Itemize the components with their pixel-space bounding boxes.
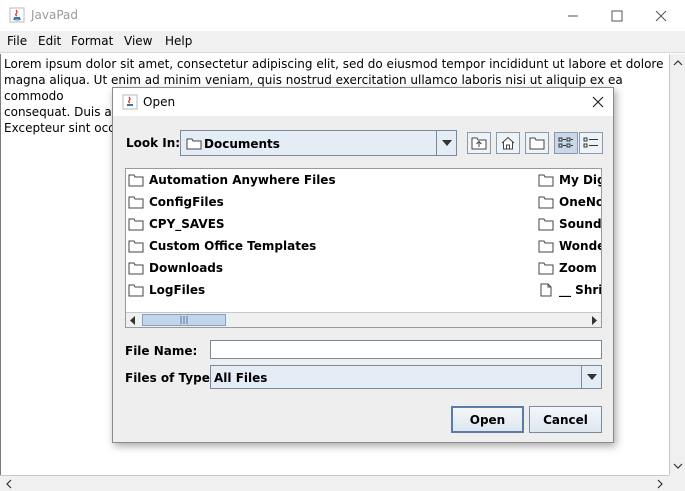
folder-icon (538, 240, 554, 253)
look-in-label: Look In: (126, 136, 181, 150)
folder-up-icon (471, 137, 487, 150)
folder-icon (128, 240, 144, 253)
files-of-type-dropdown-arrow[interactable] (581, 366, 601, 388)
window-title: JavaPad (31, 8, 79, 22)
java-app-icon (122, 94, 138, 110)
close-icon (655, 10, 667, 21)
file-name: CPY_SAVES (149, 217, 225, 231)
file-name: My Digit (559, 173, 601, 187)
scroll-left-arrow-icon[interactable] (129, 316, 137, 325)
home-icon (501, 136, 515, 150)
folder-icon (128, 174, 144, 187)
file-list[interactable]: Automation Anywhere Files ConfigFiles CP… (125, 168, 602, 328)
list-item[interactable]: Wonder (538, 237, 601, 255)
new-folder-button[interactable] (525, 132, 549, 154)
list-item[interactable]: Zoom (538, 259, 597, 277)
maximize-button[interactable] (594, 0, 640, 31)
list-item[interactable]: OneNot (538, 193, 601, 211)
scrollbar-thumb[interactable] (142, 314, 226, 326)
scroll-up-arrow-icon[interactable] (673, 58, 683, 68)
editor-horizontal-scrollbar[interactable] (0, 475, 669, 491)
folder-icon (538, 262, 554, 275)
dialog-close-button[interactable] (587, 91, 609, 113)
file-name: Downloads (149, 261, 224, 275)
file-name: ConfigFiles (149, 195, 224, 209)
folder-icon (186, 138, 202, 150)
minimize-button[interactable] (550, 0, 596, 31)
scroll-right-arrow-icon[interactable] (655, 479, 665, 489)
scroll-left-arrow-icon[interactable] (4, 479, 14, 489)
chevron-down-icon (586, 374, 597, 380)
list-item[interactable]: My Digit (538, 171, 601, 189)
home-button[interactable] (496, 132, 520, 154)
file-name: OneNot (559, 195, 601, 209)
dialog-titlebar: Open (113, 88, 613, 116)
list-item[interactable]: __ Shri (538, 281, 602, 299)
folder-icon (128, 262, 144, 275)
folder-icon (128, 218, 144, 231)
look-in-dropdown-arrow[interactable] (436, 131, 456, 155)
folder-icon (538, 196, 554, 209)
list-item[interactable]: Sound r (538, 215, 602, 233)
list-item[interactable]: ConfigFiles (128, 193, 224, 211)
list-view-icon (558, 137, 573, 148)
file-name: __ Shri (559, 283, 602, 297)
menu-help[interactable]: Help (165, 34, 192, 48)
file-icon (540, 283, 552, 297)
editor-vertical-scrollbar[interactable] (669, 54, 685, 475)
list-item[interactable]: Downloads (128, 259, 223, 277)
list-item[interactable]: CPY_SAVES (128, 215, 225, 233)
file-name: Wonder (559, 239, 601, 253)
menu-edit[interactable]: Edit (38, 34, 61, 48)
file-name-label: File Name: (125, 344, 198, 358)
details-view-toggle[interactable] (579, 132, 603, 154)
menu-file[interactable]: File (7, 34, 27, 48)
list-item[interactable]: LogFiles (128, 281, 205, 299)
scrollbar-corner (669, 475, 685, 491)
menu-format[interactable]: Format (71, 34, 113, 48)
scroll-down-arrow-icon[interactable] (673, 461, 683, 471)
menu-view[interactable]: View (124, 34, 152, 48)
look-in-value: Documents (204, 137, 280, 151)
files-of-type-dropdown[interactable]: All Files (210, 365, 602, 389)
files-of-type-label: Files of Type: (125, 371, 215, 385)
folder-icon (128, 196, 144, 209)
list-view-toggle[interactable] (554, 132, 578, 154)
cancel-button[interactable]: Cancel (529, 406, 602, 433)
file-name-field[interactable] (210, 340, 602, 359)
folder-icon (538, 174, 554, 187)
maximize-icon (611, 10, 623, 21)
file-list-horizontal-scrollbar[interactable] (126, 312, 601, 327)
close-icon (592, 96, 604, 108)
grip-icon (180, 316, 188, 324)
list-item[interactable]: Custom Office Templates (128, 237, 316, 255)
look-in-dropdown[interactable]: Documents (180, 130, 457, 156)
up-one-level-button[interactable] (467, 132, 491, 154)
scroll-right-arrow-icon[interactable] (590, 316, 598, 325)
list-item[interactable]: Automation Anywhere Files (128, 171, 336, 189)
minimize-icon (568, 15, 578, 16)
open-dialog: Open Look In: Documents Automation Anywh… (112, 87, 614, 443)
open-button[interactable]: Open (451, 406, 524, 433)
window-titlebar: JavaPad (0, 0, 685, 31)
folder-icon (538, 218, 554, 231)
java-app-icon (9, 7, 25, 23)
close-window-button[interactable] (638, 0, 684, 31)
folder-icon (128, 284, 144, 297)
file-name: Automation Anywhere Files (149, 173, 336, 187)
details-view-icon (583, 137, 598, 148)
file-name: Custom Office Templates (149, 239, 317, 253)
file-name: Zoom (559, 261, 597, 275)
chevron-down-icon (441, 140, 452, 146)
file-name: LogFiles (149, 283, 206, 297)
new-folder-icon (529, 137, 545, 150)
menubar: File Edit Format View Help (0, 31, 685, 53)
files-of-type-value: All Files (214, 371, 268, 385)
file-name: Sound r (559, 217, 602, 231)
dialog-title: Open (143, 95, 176, 109)
